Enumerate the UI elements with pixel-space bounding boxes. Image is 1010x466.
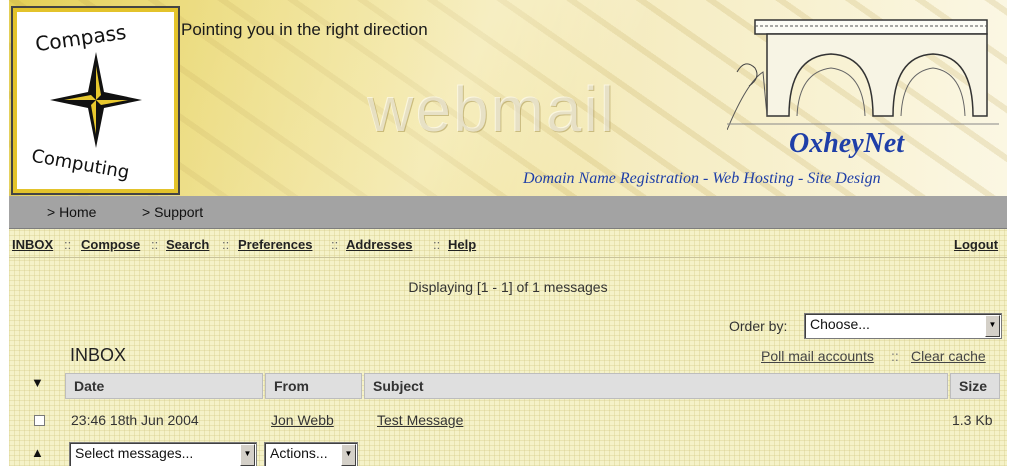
mail-area: INBOX :: Compose :: Search :: Preference… <box>9 229 1007 466</box>
menu-help-link[interactable]: Help <box>448 237 476 252</box>
logo-text-computing: Computing <box>29 145 131 184</box>
message-count-status: Displaying [1 - 1] of 1 messages <box>408 279 608 295</box>
chevron-down-icon[interactable]: ▼ <box>985 315 1000 337</box>
logout-link[interactable]: Logout <box>954 237 998 252</box>
bridge-illustration-icon <box>727 19 999 130</box>
order-by-label: Order by: <box>729 318 788 334</box>
nav-home-link[interactable]: > Home <box>47 204 96 220</box>
column-header-size[interactable]: Size <box>950 373 1000 399</box>
menu-addresses-link[interactable]: Addresses <box>346 237 412 252</box>
poll-mail-accounts-link[interactable]: Poll mail accounts <box>761 348 874 364</box>
nav-support-link[interactable]: > Support <box>142 204 203 220</box>
logo-text-compass: Compass <box>33 19 128 57</box>
tagline: Pointing you in the right direction <box>181 20 428 39</box>
message-from-link[interactable]: Jon Webb <box>271 412 334 428</box>
actions-dropdown[interactable]: Actions... ▼ <box>264 442 358 466</box>
menu-separator: :: <box>331 237 339 252</box>
menu-separator: :: <box>64 237 72 252</box>
chevron-down-icon[interactable]: ▼ <box>341 444 356 466</box>
actions-value: Actions... <box>270 445 328 461</box>
column-header-date[interactable]: Date <box>65 373 263 399</box>
link-separator: :: <box>891 348 899 364</box>
column-header-label: Subject <box>373 378 424 394</box>
sort-ascending-icon[interactable]: ▲ <box>31 445 44 460</box>
sort-descending-icon[interactable]: ▼ <box>31 375 44 390</box>
menu-inbox-link[interactable]: INBOX <box>12 237 53 252</box>
webmail-page: Compass Computing Pointing you in the ri… <box>9 0 1007 466</box>
column-header-label: From <box>274 378 309 394</box>
select-messages-value: Select messages... <box>75 445 194 461</box>
message-date: 23:46 18th Jun 2004 <box>71 412 199 428</box>
oxheynet-brand: OxheyNet <box>789 128 905 159</box>
top-navigation: > Home > Support <box>9 196 1007 229</box>
message-size: 1.3 Kb <box>952 412 993 428</box>
menu-separator: :: <box>151 237 159 252</box>
webmail-menu-bar: INBOX :: Compose :: Search :: Preference… <box>9 229 1007 258</box>
column-header-subject[interactable]: Subject <box>364 373 948 399</box>
column-header-label: Date <box>74 378 105 394</box>
menu-separator: :: <box>433 237 441 252</box>
menu-separator: :: <box>222 237 230 252</box>
webmail-watermark: webmail <box>367 73 616 145</box>
column-header-from[interactable]: From <box>265 373 362 399</box>
compass-star-icon <box>50 52 142 148</box>
select-messages-dropdown[interactable]: Select messages... ▼ <box>69 442 257 466</box>
mailbox-title: INBOX <box>70 345 127 365</box>
menu-preferences-link[interactable]: Preferences <box>238 237 312 252</box>
column-header-label: Size <box>959 378 988 394</box>
menu-search-link[interactable]: Search <box>166 237 209 252</box>
header-banner: Compass Computing Pointing you in the ri… <box>9 0 1007 197</box>
message-subject-link[interactable]: Test Message <box>377 412 463 428</box>
message-select-checkbox[interactable] <box>34 415 45 426</box>
order-by-value: Choose... <box>810 316 870 332</box>
chevron-down-icon[interactable]: ▼ <box>240 444 255 466</box>
menu-compose-link[interactable]: Compose <box>81 237 140 252</box>
compass-computing-logo: Compass Computing <box>11 6 180 195</box>
order-by-select[interactable]: Choose... ▼ <box>804 313 1002 339</box>
brand-services-tagline: Domain Name Registration - Web Hosting -… <box>523 170 881 187</box>
clear-cache-link[interactable]: Clear cache <box>911 348 986 364</box>
